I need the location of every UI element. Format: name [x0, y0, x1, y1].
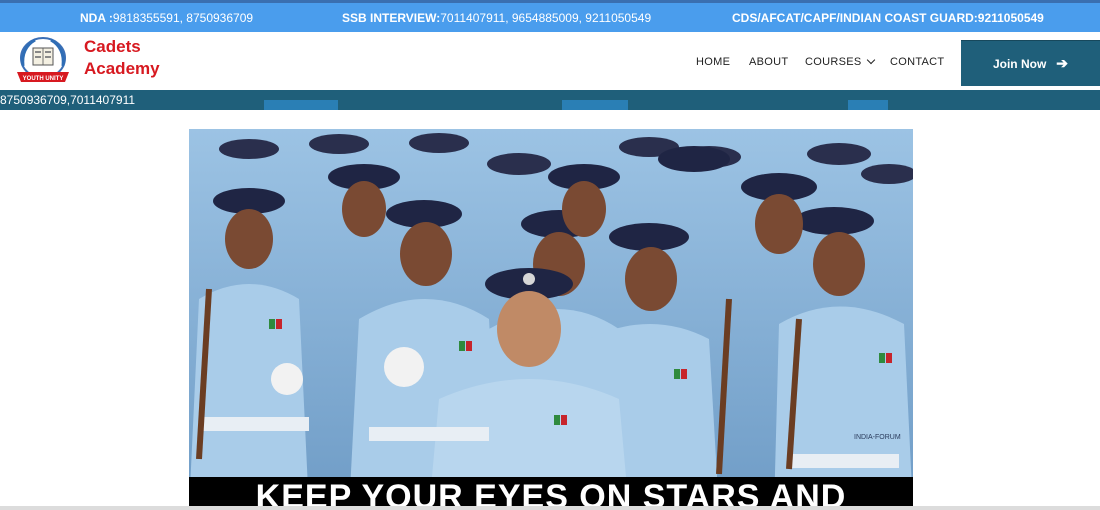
contact-topbar: NDA :9818355591, 8750936709 SSB INTERVIE…: [0, 0, 1100, 32]
phone-strip: 8750936709,7011407911: [0, 90, 1100, 110]
image-watermark: INDIA-FORUM: [854, 434, 901, 441]
brand-line-2: Academy: [84, 59, 160, 78]
strip-decoration: [562, 100, 628, 110]
ssb-contact: SSB INTERVIEW:7011407911, 9654885009, 92…: [342, 11, 652, 25]
join-now-button[interactable]: Join Now ➔: [961, 40, 1100, 86]
marching-cadets-image: INDIA-FORUM: [189, 129, 913, 510]
strip-decoration: [264, 100, 338, 110]
hero-banner-image: INDIA-FORUM KEEP YOUR EYES ON STARS AND: [189, 129, 913, 510]
chevron-down-icon: [866, 55, 875, 65]
nav-courses-label: COURSES: [805, 56, 862, 68]
join-now-label: Join Now: [992, 56, 1047, 71]
arrow-right-icon: ➔: [1056, 55, 1069, 71]
nav-home[interactable]: HOME: [696, 56, 730, 68]
page-divider: [0, 506, 1100, 510]
nda-contact: NDA :9818355591, 8750936709: [80, 11, 254, 25]
nav-about[interactable]: ABOUT: [749, 56, 788, 68]
academy-logo-icon[interactable]: YOUTH UNITY: [13, 36, 73, 88]
brand-line-1: Cadets: [84, 37, 141, 56]
strip-decoration: [848, 100, 888, 110]
brand-name[interactable]: Cadets Academy: [84, 36, 160, 80]
strip-phone-numbers: 8750936709,7011407911: [0, 93, 136, 107]
svg-text:YOUTH UNITY: YOUTH UNITY: [23, 76, 64, 82]
site-header: YOUTH UNITY Cadets Academy HOME ABOUT CO…: [0, 32, 1100, 90]
cds-contact: CDS/AFCAT/CAPF/INDIAN COAST GUARD:921105…: [732, 11, 1044, 25]
nav-contact[interactable]: CONTACT: [890, 56, 944, 68]
nav-courses[interactable]: COURSES: [805, 55, 875, 68]
